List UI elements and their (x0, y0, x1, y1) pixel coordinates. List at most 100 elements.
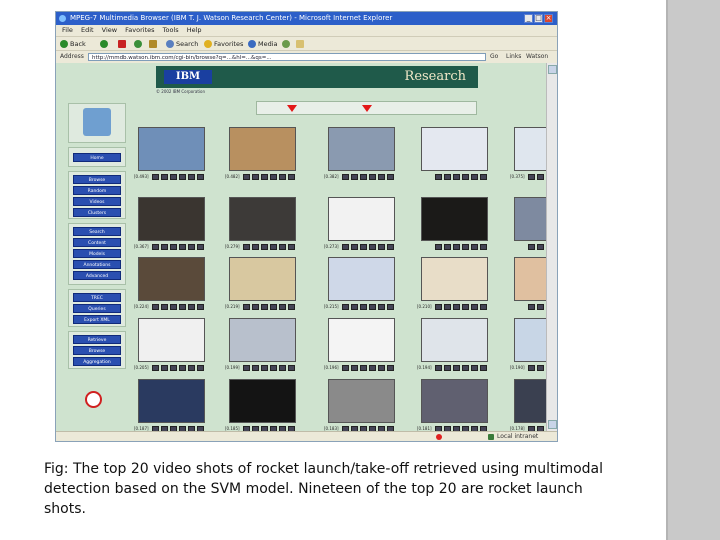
result-thumbnail[interactable] (229, 257, 296, 301)
result-action-icon[interactable] (197, 365, 204, 371)
result-action-icon[interactable] (480, 174, 487, 180)
result-thumbnail[interactable] (421, 379, 488, 423)
result-action-icon[interactable] (369, 304, 376, 310)
result-action-icon[interactable] (252, 244, 259, 250)
nav-annotations[interactable]: Annotations (73, 260, 121, 269)
result-action-icon[interactable] (369, 244, 376, 250)
result-action-icon[interactable] (197, 244, 204, 250)
result-action-icon[interactable] (170, 174, 177, 180)
result-action-icon[interactable] (435, 174, 442, 180)
nav-videos[interactable]: Videos (73, 197, 121, 206)
result-thumbnail[interactable] (138, 257, 205, 301)
result-action-icon[interactable] (471, 365, 478, 371)
nav-queries[interactable]: Queries (73, 304, 121, 313)
vertical-scrollbar[interactable] (546, 63, 557, 431)
result-action-icon[interactable] (435, 244, 442, 250)
result-action-icon[interactable] (243, 244, 250, 250)
result-action-icon[interactable] (444, 244, 451, 250)
result-action-icon[interactable] (179, 304, 186, 310)
result-action-icon[interactable] (528, 174, 535, 180)
media-button[interactable]: Media (248, 37, 278, 51)
result-thumbnail[interactable] (328, 197, 395, 241)
result-action-icon[interactable] (197, 304, 204, 310)
nav-content[interactable]: Content (73, 238, 121, 247)
result-action-icon[interactable] (453, 244, 460, 250)
result-action-icon[interactable] (378, 244, 385, 250)
result-action-icon[interactable] (537, 174, 544, 180)
nav-home[interactable]: Home (73, 153, 121, 162)
nav-advanced[interactable]: Advanced (73, 271, 121, 280)
result-action-icon[interactable] (342, 304, 349, 310)
result-action-icon[interactable] (480, 244, 487, 250)
result-action-icon[interactable] (480, 304, 487, 310)
result-action-icon[interactable] (435, 304, 442, 310)
result-action-icon[interactable] (369, 365, 376, 371)
result-action-icon[interactable] (444, 365, 451, 371)
result-action-icon[interactable] (270, 174, 277, 180)
result-action-icon[interactable] (279, 304, 286, 310)
history-button[interactable] (282, 37, 292, 51)
result-action-icon[interactable] (351, 174, 358, 180)
maximize-button[interactable]: □ (534, 14, 543, 23)
result-action-icon[interactable] (462, 304, 469, 310)
result-action-icon[interactable] (537, 244, 544, 250)
result-action-icon[interactable] (270, 244, 277, 250)
result-action-icon[interactable] (342, 244, 349, 250)
menu-help[interactable]: Help (187, 26, 202, 34)
result-thumbnail[interactable] (229, 318, 296, 362)
result-action-icon[interactable] (279, 365, 286, 371)
result-action-icon[interactable] (279, 244, 286, 250)
result-action-icon[interactable] (288, 365, 295, 371)
result-action-icon[interactable] (252, 365, 259, 371)
go-button[interactable]: Go (490, 51, 498, 63)
result-action-icon[interactable] (161, 174, 168, 180)
result-thumbnail[interactable] (138, 197, 205, 241)
result-action-icon[interactable] (444, 174, 451, 180)
scroll-down-button[interactable] (548, 420, 557, 429)
result-action-icon[interactable] (360, 304, 367, 310)
result-action-icon[interactable] (351, 365, 358, 371)
result-action-icon[interactable] (351, 304, 358, 310)
result-thumbnail[interactable] (229, 197, 296, 241)
result-action-icon[interactable] (387, 244, 394, 250)
result-action-icon[interactable] (188, 365, 195, 371)
result-action-icon[interactable] (435, 365, 442, 371)
result-action-icon[interactable] (270, 304, 277, 310)
result-action-icon[interactable] (471, 244, 478, 250)
result-action-icon[interactable] (471, 304, 478, 310)
result-action-icon[interactable] (528, 304, 535, 310)
result-thumbnail[interactable] (328, 379, 395, 423)
result-action-icon[interactable] (360, 365, 367, 371)
result-action-icon[interactable] (188, 244, 195, 250)
result-action-icon[interactable] (288, 304, 295, 310)
result-action-icon[interactable] (369, 174, 376, 180)
result-action-icon[interactable] (279, 174, 286, 180)
address-input[interactable]: http://mmdb.watson.ibm.com/cgi-bin/brows… (88, 53, 486, 61)
result-thumbnail[interactable] (328, 318, 395, 362)
menu-tools[interactable]: Tools (163, 26, 179, 34)
search-button[interactable]: Search (166, 37, 198, 51)
result-action-icon[interactable] (179, 244, 186, 250)
result-action-icon[interactable] (387, 174, 394, 180)
result-action-icon[interactable] (161, 244, 168, 250)
result-action-icon[interactable] (378, 174, 385, 180)
result-action-icon[interactable] (161, 304, 168, 310)
scroll-up-button[interactable] (548, 65, 557, 74)
result-action-icon[interactable] (351, 244, 358, 250)
result-action-icon[interactable] (252, 174, 259, 180)
result-action-icon[interactable] (378, 365, 385, 371)
nav-export-xml[interactable]: Export XML (73, 315, 121, 324)
back-button[interactable]: Back (60, 37, 86, 51)
result-thumbnail[interactable] (229, 379, 296, 423)
result-action-icon[interactable] (261, 174, 268, 180)
result-action-icon[interactable] (188, 304, 195, 310)
result-action-icon[interactable] (243, 174, 250, 180)
result-action-icon[interactable] (342, 365, 349, 371)
result-thumbnail[interactable] (328, 257, 395, 301)
home-button[interactable] (149, 37, 159, 51)
result-action-icon[interactable] (342, 174, 349, 180)
result-thumbnail[interactable] (138, 318, 205, 362)
result-action-icon[interactable] (179, 174, 186, 180)
result-action-icon[interactable] (179, 365, 186, 371)
result-thumbnail[interactable] (138, 127, 205, 171)
